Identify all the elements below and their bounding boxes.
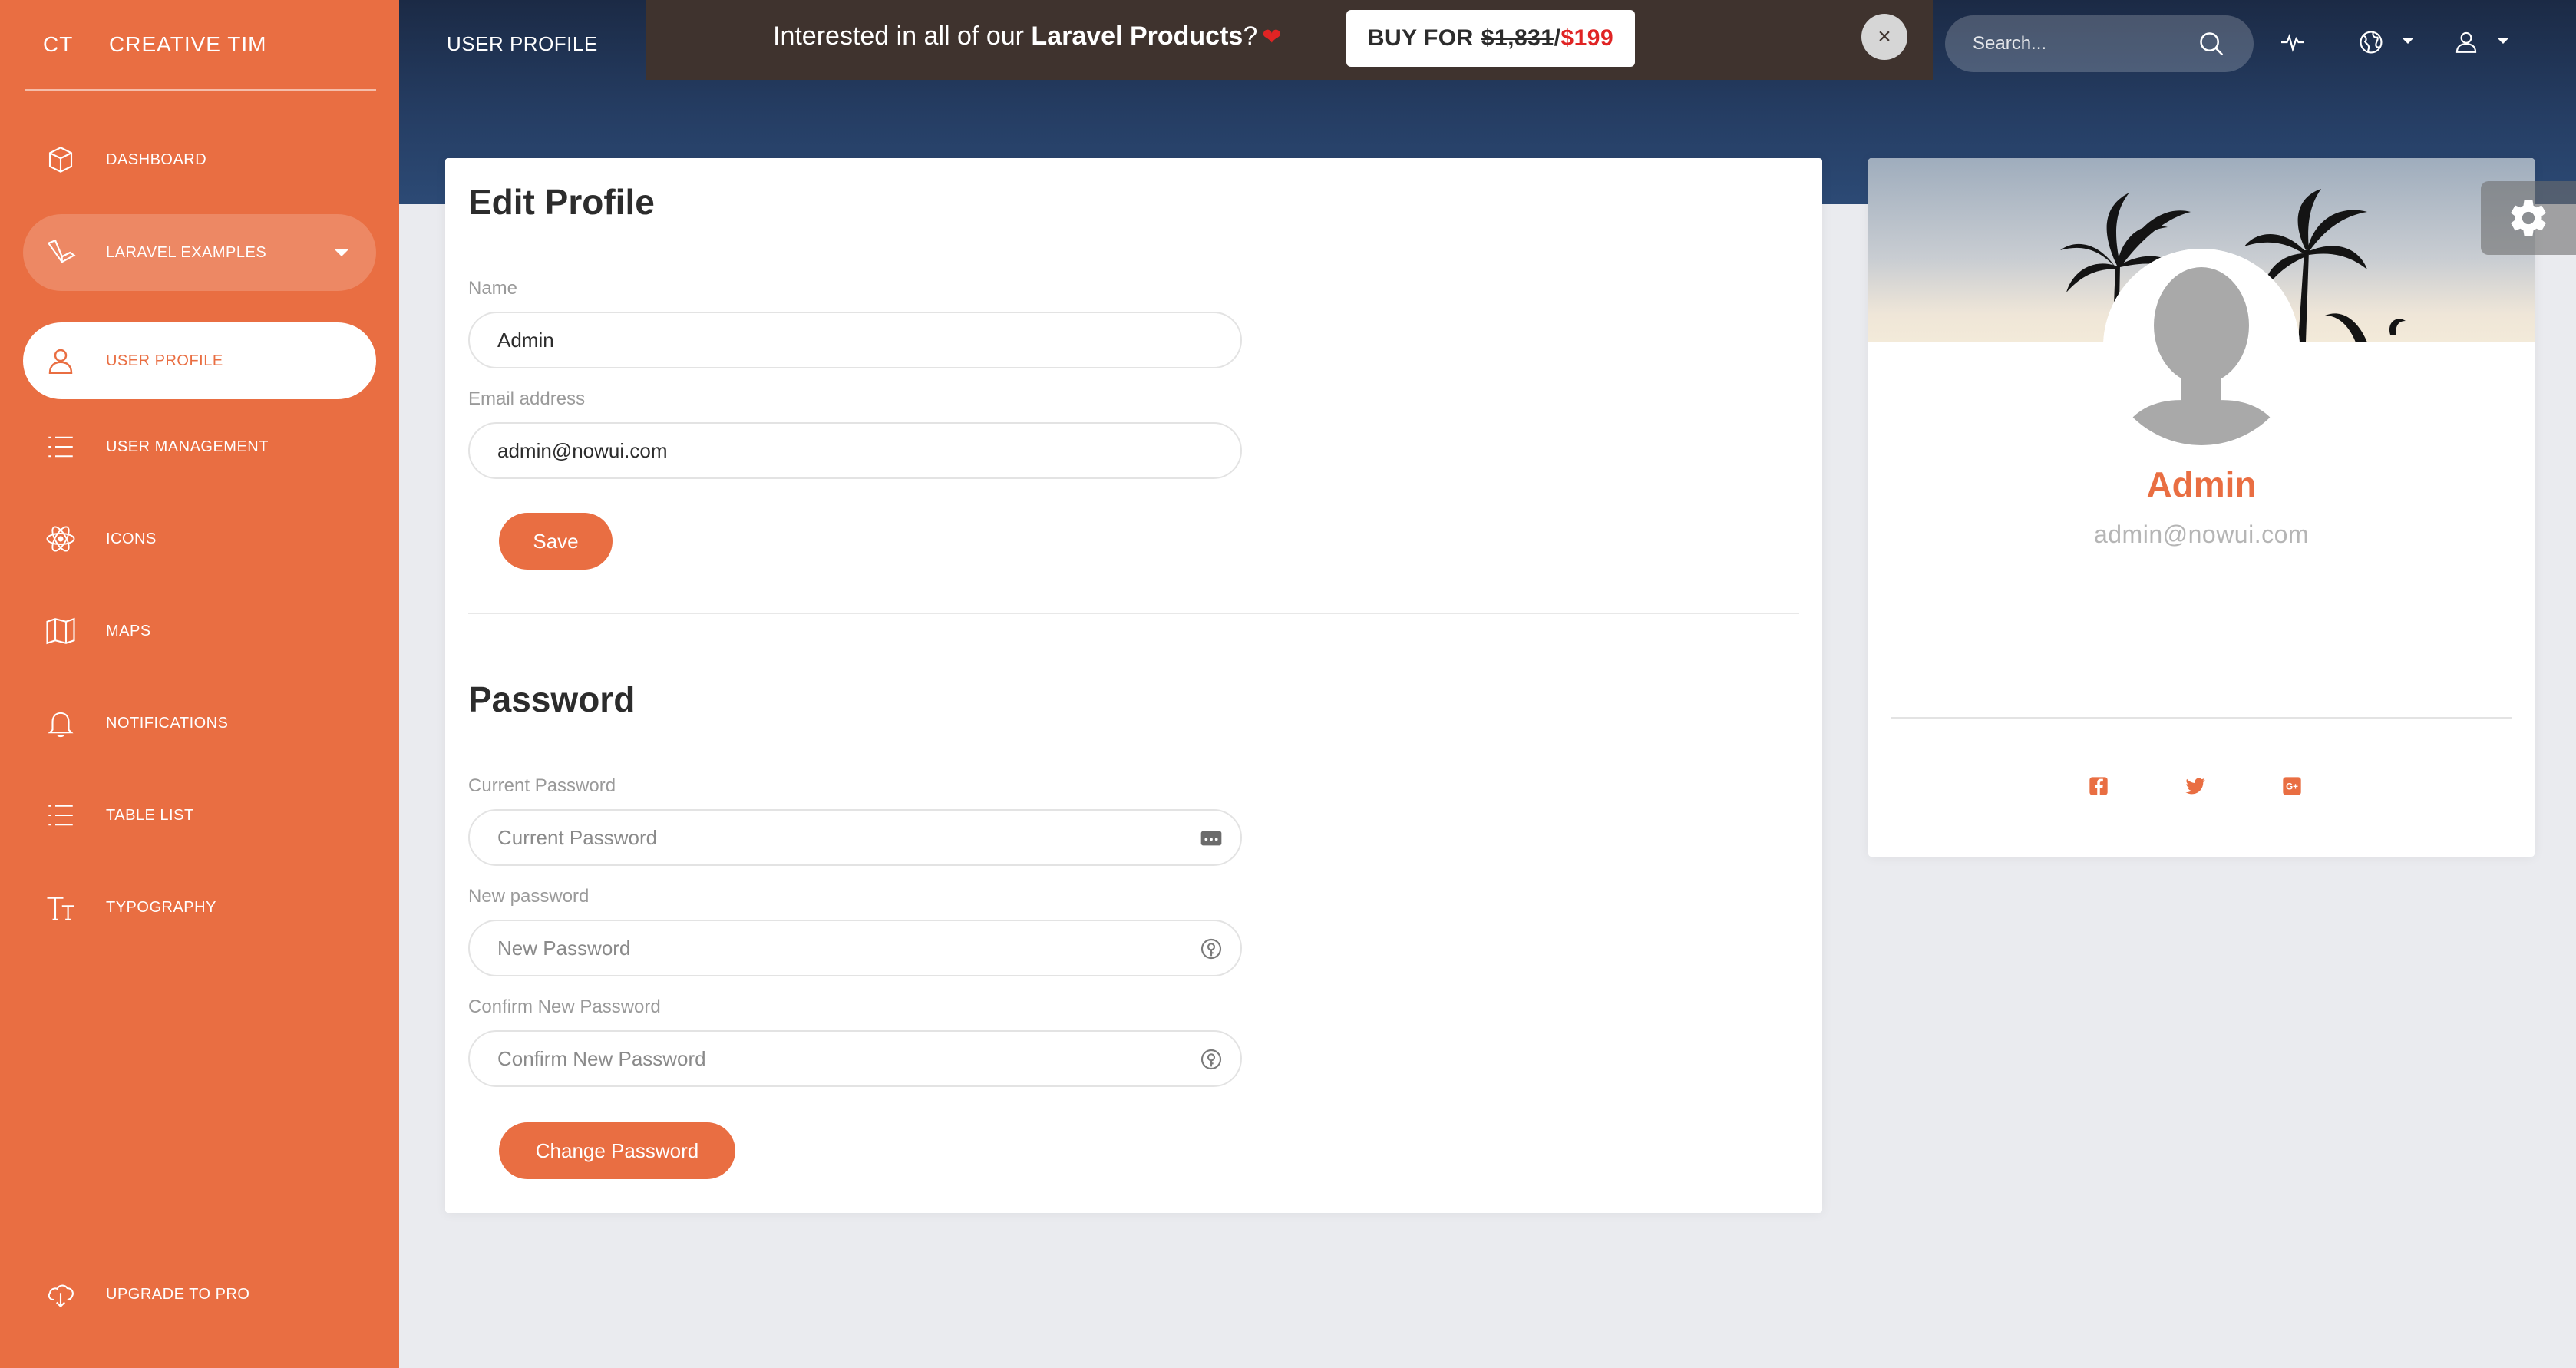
user-icon[interactable]: [2449, 25, 2484, 60]
avatar-silhouette: [2103, 249, 2300, 445]
current-password-input[interactable]: Current Password: [468, 809, 1242, 866]
sidebar-item-notifications[interactable]: NOTIFICATIONS: [23, 685, 376, 762]
laravel-icon: [43, 235, 78, 270]
sidebar-item-dashboard[interactable]: DASHBOARD: [23, 121, 376, 198]
promo-text-bold: Laravel Products: [1031, 21, 1243, 51]
promo-text-pre: Interested in all of our: [773, 21, 1032, 51]
map-icon: [43, 613, 78, 649]
password-manager-icon[interactable]: [1199, 826, 1224, 851]
list-icon: [43, 429, 78, 464]
key-icon[interactable]: [1199, 937, 1224, 961]
promo-text: Interested in all of our Laravel Product…: [773, 21, 1281, 51]
user-icon: [43, 343, 78, 378]
chevron-down-icon[interactable]: [2403, 38, 2413, 44]
current-password-placeholder: Current Password: [497, 825, 658, 849]
cloud-download-icon: [43, 1277, 78, 1312]
facebook-icon[interactable]: [2085, 772, 2112, 800]
current-password-label: Current Password: [468, 775, 616, 796]
sidebar-item-label: ICONS: [106, 530, 157, 547]
avatar[interactable]: [2103, 249, 2300, 445]
heart-icon: ❤: [1262, 25, 1282, 50]
brand[interactable]: CT CREATIVE TIM: [25, 0, 376, 91]
twitter-icon[interactable]: [2181, 772, 2209, 800]
password-title: Password: [468, 679, 636, 719]
sidebar-item-label: USER MANAGEMENT: [106, 438, 269, 455]
confirm-password-label: Confirm New Password: [468, 996, 661, 1017]
confirm-password-placeholder: Confirm New Password: [497, 1046, 706, 1070]
brand-mini: CT: [43, 32, 74, 56]
cube-icon: [43, 142, 78, 177]
sidebar-item-label: DASHBOARD: [106, 150, 207, 168]
sidebar-item-icons[interactable]: ICONS: [23, 501, 376, 577]
sidebar-item-label: TYPOGRAPHY: [106, 898, 216, 916]
sidebar: CT CREATIVE TIM DASHBOARD LARAVEL EXAMPL…: [0, 0, 399, 1368]
search-input[interactable]: [1973, 33, 2195, 55]
search-bar: [1945, 15, 2254, 72]
name-label: Name: [468, 278, 518, 299]
svg-text:G+: G+: [2286, 782, 2298, 792]
change-password-button[interactable]: Change Password: [499, 1122, 735, 1179]
email-input[interactable]: admin@nowui.com: [468, 422, 1242, 479]
gear-icon: [2511, 200, 2546, 236]
divider: [468, 613, 1799, 614]
new-password-input[interactable]: New Password: [468, 920, 1242, 976]
sidebar-item-label: USER PROFILE: [106, 352, 223, 369]
sidebar-item-table-list[interactable]: TABLE LIST: [23, 777, 376, 854]
divider: [1891, 717, 2512, 719]
sidebar-item-user-profile[interactable]: USER PROFILE: [23, 322, 376, 399]
sidebar-item-label: MAPS: [106, 622, 151, 639]
edit-profile-title: Edit Profile: [468, 182, 655, 222]
list-icon: [43, 798, 78, 833]
promo-text-post: ?: [1243, 21, 1258, 51]
text-icon: [43, 890, 78, 925]
user-card: Admin admin@nowui.com G+: [1868, 158, 2535, 857]
sidebar-item-maps[interactable]: MAPS: [23, 593, 376, 669]
bell-icon: [43, 705, 78, 741]
promo-banner: Interested in all of our Laravel Product…: [646, 0, 1933, 80]
settings-toggle[interactable]: [2481, 181, 2576, 255]
price-separator: /: [1554, 25, 1561, 51]
edit-profile-card: Edit Profile Name Admin Email address ad…: [445, 158, 1822, 1213]
atom-icon: [43, 521, 78, 557]
new-price: $199: [1560, 25, 1614, 51]
sidebar-item-upgrade[interactable]: UPGRADE TO PRO: [23, 1256, 376, 1333]
save-button[interactable]: Save: [499, 513, 613, 570]
email-label: Email address: [468, 388, 586, 409]
chevron-down-icon: [335, 249, 348, 256]
sidebar-item-label: NOTIFICATIONS: [106, 714, 229, 732]
sidebar-item-user-management[interactable]: USER MANAGEMENT: [23, 408, 376, 485]
sidebar-item-typography[interactable]: TYPOGRAPHY: [23, 869, 376, 946]
chevron-down-icon[interactable]: [2498, 38, 2508, 44]
google-plus-icon[interactable]: G+: [2278, 772, 2306, 800]
close-icon[interactable]: ×: [1861, 14, 1907, 60]
globe-icon[interactable]: [2353, 25, 2389, 60]
buy-label: BUY FOR: [1367, 25, 1474, 51]
buy-button[interactable]: BUY FOR $1,831 / $199: [1346, 10, 1635, 67]
page-title[interactable]: USER PROFILE: [447, 32, 598, 56]
brand-full: CREATIVE TIM: [109, 32, 267, 56]
sidebar-item-label: UPGRADE TO PRO: [106, 1285, 250, 1303]
old-price: $1,831: [1481, 25, 1554, 51]
pulse-icon[interactable]: [2275, 25, 2310, 60]
sidebar-item-label: TABLE LIST: [106, 806, 194, 824]
new-password-placeholder: New Password: [497, 936, 631, 960]
search-icon[interactable]: [2197, 29, 2226, 58]
name-input[interactable]: Admin: [468, 312, 1242, 368]
new-password-label: New password: [468, 886, 590, 907]
sidebar-item-laravel-examples[interactable]: LARAVEL EXAMPLES: [23, 214, 376, 291]
sidebar-item-label: LARAVEL EXAMPLES: [106, 243, 267, 261]
key-icon[interactable]: [1199, 1047, 1224, 1072]
user-name[interactable]: Admin: [1868, 464, 2535, 505]
confirm-password-input[interactable]: Confirm New Password: [468, 1030, 1242, 1087]
user-email: admin@nowui.com: [2093, 520, 2310, 548]
